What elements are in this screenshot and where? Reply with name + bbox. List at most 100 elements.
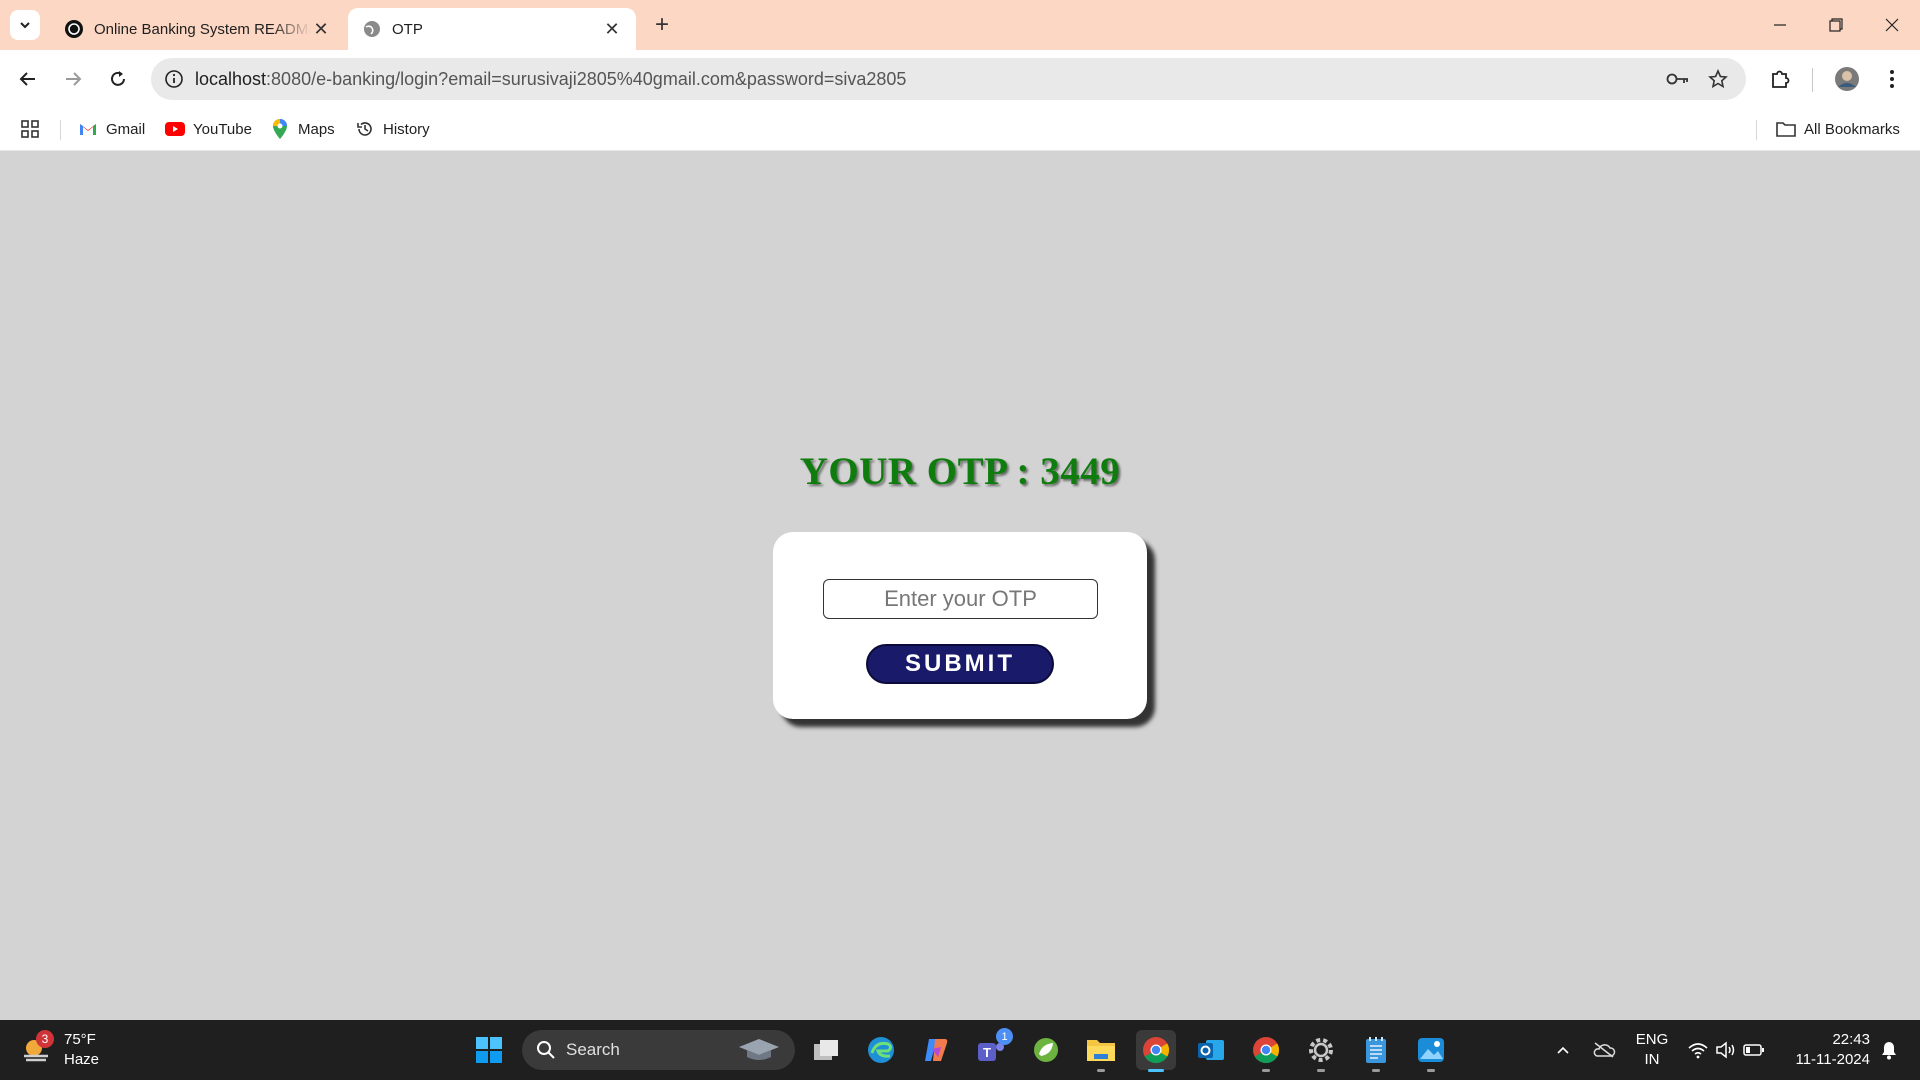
taskbar-edge[interactable]: [861, 1030, 901, 1070]
edge-icon: [868, 1037, 894, 1063]
weather-haze-icon: 3: [20, 1030, 54, 1066]
youtube-icon: [165, 119, 185, 139]
key-icon: [1666, 73, 1688, 85]
all-bookmarks-button[interactable]: All Bookmarks: [1776, 117, 1900, 141]
input-language[interactable]: ENG IN: [1632, 1030, 1672, 1070]
chrome-icon: [1253, 1037, 1280, 1064]
bookmark-divider: [1756, 120, 1757, 140]
chatgpt-icon: [65, 20, 83, 38]
region-code: IN: [1644, 1051, 1660, 1068]
submit-button[interactable]: SUBMIT: [866, 644, 1054, 684]
apps-button[interactable]: [20, 117, 40, 141]
tab-readme[interactable]: Online Banking System README ✕: [50, 8, 345, 50]
bookmark-star-button[interactable]: [1706, 67, 1730, 91]
task-view-icon: [814, 1040, 838, 1060]
search-label: Search: [566, 1040, 620, 1059]
apps-grid-icon: [21, 120, 39, 138]
close-icon: [1885, 18, 1899, 32]
info-icon: [165, 70, 183, 88]
history-icon: [355, 119, 375, 139]
site-info-button[interactable]: [153, 58, 195, 100]
bookmark-youtube[interactable]: YouTube: [165, 117, 252, 141]
address-bar[interactable]: localhost:8080/e-banking/login?email=sur…: [151, 58, 1746, 100]
notepad-icon: [1366, 1037, 1386, 1063]
new-tab-button[interactable]: +: [648, 11, 676, 39]
all-bookmarks-label: All Bookmarks: [1804, 120, 1900, 138]
reload-icon: [111, 71, 125, 86]
back-button[interactable]: [10, 61, 46, 97]
bookmark-divider: [60, 120, 61, 140]
teams-badge: 1: [996, 1028, 1013, 1045]
search-icon: [537, 1041, 555, 1059]
taskbar-photos[interactable]: [1411, 1030, 1451, 1072]
reload-button[interactable]: [100, 61, 136, 97]
otp-input[interactable]: [823, 579, 1098, 619]
running-indicator: [1317, 1069, 1325, 1072]
minimize-button[interactable]: [1752, 0, 1808, 50]
taskbar-file-explorer[interactable]: [1081, 1030, 1121, 1072]
taskbar-settings[interactable]: [1301, 1030, 1341, 1072]
url-host: localhost: [195, 68, 267, 89]
arrow-right-icon: [66, 72, 82, 86]
restore-icon: [1829, 18, 1843, 32]
window-controls: [1752, 0, 1920, 50]
onedrive-status[interactable]: [1588, 1020, 1620, 1080]
running-indicator: [1097, 1069, 1105, 1072]
folder-icon: [1087, 1040, 1115, 1061]
otp-heading: YOUR OTP : 3449: [799, 450, 1121, 493]
show-hidden-icons-button[interactable]: [1548, 1020, 1578, 1080]
taskbar-chrome[interactable]: [1136, 1030, 1176, 1072]
globe-icon: [364, 21, 380, 37]
puzzle-icon: [1772, 70, 1790, 88]
close-icon[interactable]: ✕: [602, 19, 622, 39]
arrow-left-icon: [19, 72, 35, 86]
bookmark-history[interactable]: History: [355, 117, 430, 141]
weather-widget[interactable]: 3 75°F Haze: [20, 1028, 99, 1072]
extensions-button[interactable]: [1762, 61, 1798, 97]
close-window-button[interactable]: [1864, 0, 1920, 50]
browser-toolbar: localhost:8080/e-banking/login?email=sur…: [0, 50, 1920, 108]
taskbar-chrome-profile[interactable]: [1246, 1030, 1286, 1072]
tab-otp[interactable]: OTP ✕: [348, 8, 636, 50]
bookmark-gmail[interactable]: Gmail: [78, 117, 145, 141]
taskbar-notepad[interactable]: [1356, 1030, 1396, 1072]
chevron-down-icon: [20, 22, 30, 29]
url-text: localhost:8080/e-banking/login?email=sur…: [195, 69, 906, 90]
start-button[interactable]: [469, 1030, 509, 1070]
bell-icon: [1882, 1042, 1896, 1060]
notifications-button[interactable]: [1874, 1020, 1904, 1080]
running-indicator: [1262, 1069, 1270, 1072]
cloud-offline-icon: [1593, 1042, 1616, 1058]
taskbar-outlook[interactable]: [1191, 1030, 1231, 1070]
clock-time: 22:43: [1832, 1031, 1870, 1048]
tab-title: Online Banking System README: [94, 20, 311, 38]
minimize-icon: [1774, 24, 1786, 26]
tab-title: OTP: [392, 20, 423, 38]
system-clock[interactable]: 22:43 11-11-2024: [1782, 1030, 1870, 1070]
forward-button[interactable]: [55, 61, 91, 97]
svg-text:T: T: [983, 1045, 991, 1060]
toolbar-divider: [1812, 68, 1813, 92]
taskbar-search[interactable]: Search: [522, 1030, 795, 1070]
quick-settings-button[interactable]: [1682, 1020, 1770, 1080]
tab-search-button[interactable]: [10, 10, 40, 40]
chrome-icon: [1143, 1037, 1170, 1064]
close-icon[interactable]: ✕: [311, 19, 331, 39]
graduation-cap-icon: [739, 1039, 779, 1060]
taskbar-teams[interactable]: T 1: [971, 1028, 1013, 1070]
folder-icon: [1776, 119, 1796, 139]
restore-button[interactable]: [1808, 0, 1864, 50]
weather-badge: 3: [36, 1030, 54, 1048]
browser-menu-button[interactable]: [1874, 61, 1910, 97]
bookmark-maps[interactable]: Maps: [270, 117, 335, 141]
bookmarks-bar: Gmail YouTube Maps History All Bookmarks: [0, 108, 1920, 151]
task-view-button[interactable]: [806, 1030, 846, 1070]
password-key-button[interactable]: [1666, 67, 1690, 91]
copilot-icon: [925, 1039, 948, 1061]
volume-icon: [1716, 1041, 1735, 1059]
profile-button[interactable]: [1829, 61, 1865, 97]
page-content: YOUR OTP : 3449 SUBMIT: [0, 151, 1920, 1021]
taskbar-spring-tool[interactable]: [1026, 1030, 1066, 1070]
outlook-icon: [1198, 1040, 1224, 1060]
taskbar-copilot[interactable]: [916, 1030, 956, 1070]
